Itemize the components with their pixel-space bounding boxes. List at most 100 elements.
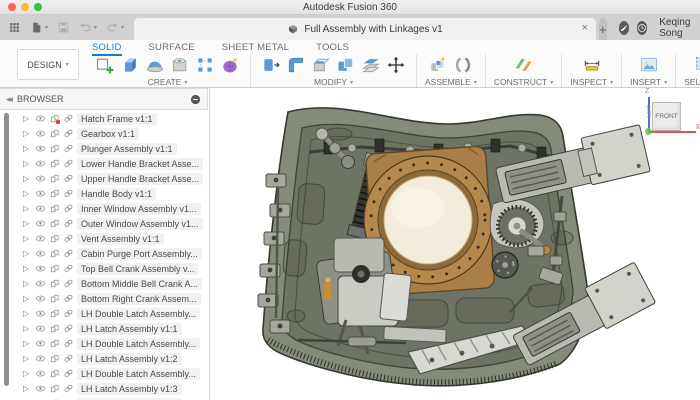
expand-triangle-icon[interactable]: ▷ (23, 324, 32, 333)
measure-icon[interactable] (580, 54, 604, 76)
expand-triangle-icon[interactable]: ▷ (23, 144, 32, 153)
browser-item-label[interactable]: Plunger Assembly v1:1 (77, 142, 177, 155)
browser-item-label[interactable]: Bottom Middle Bell Crank A... (77, 277, 203, 290)
hole-icon[interactable] (168, 54, 192, 76)
expand-triangle-icon[interactable]: ▷ (23, 234, 32, 243)
expand-triangle-icon[interactable]: ▷ (23, 204, 32, 213)
browser-item-label[interactable]: Vent Assembly v1:1 (77, 232, 164, 245)
visibility-eye-icon[interactable] (35, 158, 46, 169)
expand-triangle-icon[interactable]: ▷ (23, 339, 32, 348)
browser-item[interactable]: ▷ Hatch Frame v1:1 (13, 111, 209, 126)
sketch-icon[interactable] (93, 54, 117, 76)
expand-triangle-icon[interactable]: ▷ (23, 309, 32, 318)
shell-icon[interactable] (309, 54, 333, 76)
select-icon[interactable] (692, 54, 700, 76)
expand-triangle-icon[interactable]: ▷ (23, 369, 32, 378)
browser-item-label[interactable]: LH Double Latch Assembly... (77, 367, 200, 380)
expand-triangle-icon[interactable]: ▷ (23, 129, 32, 138)
expand-triangle-icon[interactable]: ▷ (23, 249, 32, 258)
browser-item-label[interactable]: LH Latch Assembly v1:1 (77, 322, 182, 335)
group-label-select[interactable]: SELECT▾ (684, 77, 700, 87)
browser-item-label[interactable]: Top Bell Crank Assembly v... (77, 262, 199, 275)
group-label-insert[interactable]: INSERT ▾ (630, 77, 667, 87)
construction-plane-icon[interactable] (512, 54, 536, 76)
collapse-all-icon[interactable] (190, 94, 201, 105)
close-tab-icon[interactable]: × (582, 22, 588, 34)
browser-item[interactable]: ▷ Lower Handle Bracket Asse... (13, 156, 209, 171)
revolve-icon[interactable] (143, 54, 167, 76)
tab-sheet-metal[interactable]: SHEET METAL (222, 42, 289, 56)
expand-triangle-icon[interactable]: ▷ (23, 114, 32, 123)
job-status-icon[interactable] (636, 20, 648, 35)
browser-item[interactable]: ▷ Outer Window Assembly v1... (13, 216, 209, 231)
user-account-button[interactable]: Keqing Song (655, 17, 700, 39)
expand-triangle-icon[interactable]: ▷ (23, 189, 32, 198)
form-icon[interactable] (218, 54, 242, 76)
expand-triangle-icon[interactable]: ▷ (23, 354, 32, 363)
combine-icon[interactable] (334, 54, 358, 76)
visibility-eye-icon[interactable] (35, 338, 46, 349)
visibility-eye-icon[interactable] (35, 293, 46, 304)
visibility-eye-icon[interactable] (35, 173, 46, 184)
browser-item-label[interactable]: Cabin Purge Port Assembly... (77, 247, 202, 260)
insert-image-icon[interactable] (637, 54, 661, 76)
visibility-eye-icon[interactable] (35, 113, 46, 124)
hatch-assembly-model[interactable] (210, 88, 700, 400)
browser-item-label[interactable]: Hatch Frame v1:1 (77, 112, 157, 125)
browser-item[interactable]: ▷ Cabin Purge Port Assembly... (13, 246, 209, 261)
expand-triangle-icon[interactable]: ▷ (23, 384, 32, 393)
tab-solid[interactable]: SOLID (92, 42, 122, 56)
group-label-assemble[interactable]: ASSEMBLE ▾ (425, 77, 477, 87)
browser-item[interactable]: ▷ LH Latch Assembly v1:1 (13, 321, 209, 336)
expand-triangle-icon[interactable]: ▷ (23, 159, 32, 168)
browser-item-label[interactable]: Bottom Right Crank Assem... (77, 292, 201, 305)
visibility-eye-icon[interactable] (35, 203, 46, 214)
visibility-eye-icon[interactable] (35, 218, 46, 229)
browser-item[interactable]: ▷ LH Latch Assembly v1:3 (13, 381, 209, 396)
group-label-create[interactable]: CREATE ▾ (148, 77, 188, 87)
visibility-eye-icon[interactable] (35, 143, 46, 154)
move-icon[interactable] (384, 54, 408, 76)
new-component-icon[interactable] (426, 54, 450, 76)
viewcube-left-face[interactable]: LEFT (647, 105, 653, 117)
group-label-inspect[interactable]: INSPECT ▾ (570, 77, 613, 87)
browser-item[interactable]: ▷ Upper Handle Bracket Asse... (13, 171, 209, 186)
visibility-eye-icon[interactable] (35, 368, 46, 379)
visibility-eye-icon[interactable] (35, 263, 46, 274)
expand-triangle-icon[interactable]: ▷ (23, 174, 32, 183)
visibility-eye-icon[interactable] (35, 323, 46, 334)
browser-item[interactable]: ▷ Vent Assembly v1:1 (13, 231, 209, 246)
viewcube-front-face[interactable]: FRONT (652, 102, 681, 131)
browser-item-label[interactable]: LH Latch Assembly v1:2 (77, 352, 182, 365)
pattern-icon[interactable] (193, 54, 217, 76)
visibility-eye-icon[interactable] (35, 353, 46, 364)
viewcube[interactable]: Z FRONT LEFT X (635, 88, 700, 142)
browser-item[interactable]: ▷ LH Double Latch Assembly... (13, 306, 209, 321)
group-label-construct[interactable]: CONSTRUCT ▾ (494, 77, 553, 87)
extrude-icon[interactable] (118, 54, 142, 76)
press-pull-icon[interactable] (259, 54, 283, 76)
browser-item-label[interactable]: Lower Handle Bracket Asse... (77, 157, 204, 170)
browser-item[interactable]: ▷ LH Latch Assembly v1:2 (13, 351, 209, 366)
browser-item[interactable]: ▷ Inner Window Assembly v1... (13, 201, 209, 216)
new-tab-button[interactable]: + (599, 18, 607, 40)
offset-face-icon[interactable] (359, 54, 383, 76)
browser-scrollbar[interactable] (0, 110, 13, 400)
browser-item-label[interactable]: LH Latch Assembly v1:3 (77, 382, 182, 395)
undo-button[interactable]: ▾ (79, 21, 97, 34)
browser-item[interactable]: ▷ LH Double Latch Assembly... (13, 366, 209, 381)
joint-icon[interactable] (451, 54, 475, 76)
model-viewport[interactable]: Z FRONT LEFT X (210, 88, 700, 400)
browser-item-label[interactable]: LH Double Latch Assembly... (77, 307, 200, 320)
browser-item-label[interactable]: Inner Window Assembly v1... (77, 202, 201, 215)
browser-item[interactable]: ▷ Bottom Right Crank Assem... (13, 291, 209, 306)
file-menu-button[interactable]: ▾ (30, 21, 48, 34)
visibility-eye-icon[interactable] (35, 233, 46, 244)
group-label-modify[interactable]: MODIFY ▾ (314, 77, 353, 87)
visibility-eye-icon[interactable] (35, 308, 46, 319)
browser-item[interactable]: ▷ LH Double Latch Assembly... (13, 336, 209, 351)
data-panel-icon[interactable] (8, 21, 21, 34)
browser-item-label[interactable]: LH Double Latch Assembly... (77, 337, 200, 350)
notifications-icon[interactable] (618, 20, 629, 35)
save-button[interactable] (57, 21, 70, 34)
